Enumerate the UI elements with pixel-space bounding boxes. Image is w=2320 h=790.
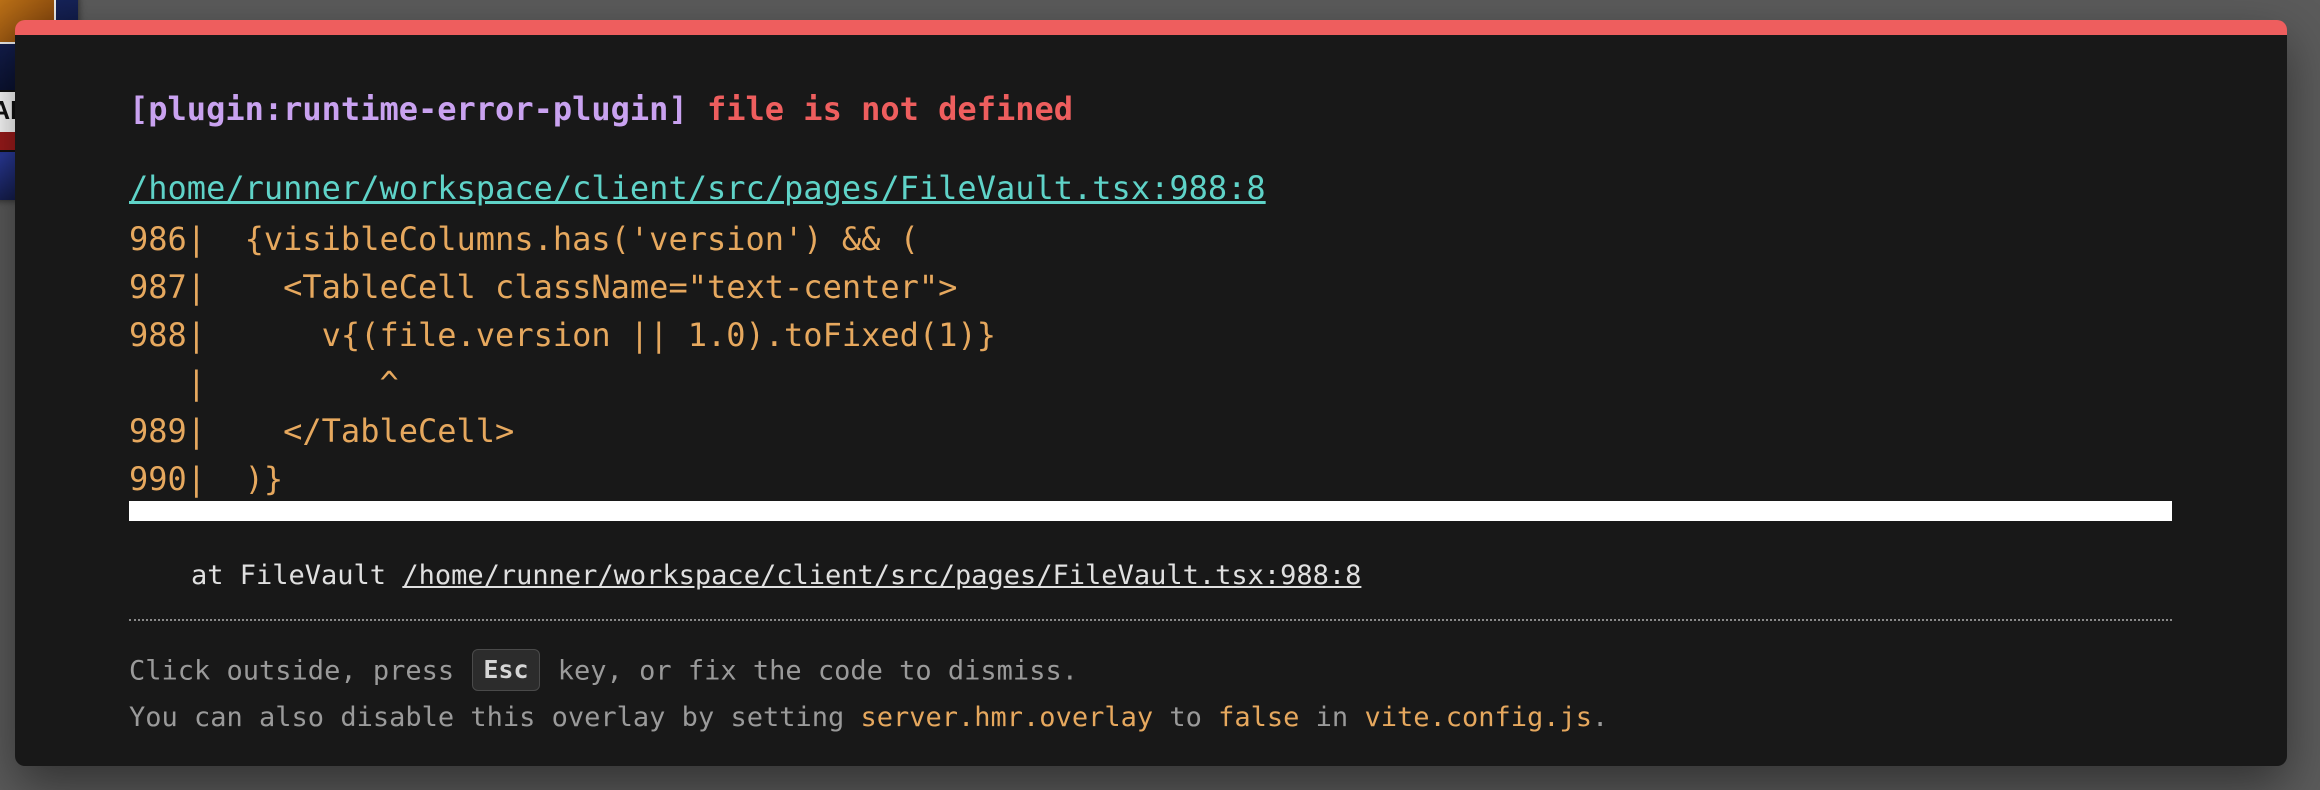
- tip-text-after-key: key, or fix the code to dismiss.: [541, 655, 1078, 687]
- tip-text: to: [1153, 702, 1219, 733]
- stack-prefix: at FileVault: [191, 560, 403, 591]
- dismiss-tip: Click outside, press Esc key, or fix the…: [129, 649, 1078, 693]
- code-line: 990| )}: [129, 460, 284, 498]
- setting-name: server.hmr.overlay: [860, 702, 1154, 733]
- code-line: 986| {visibleColumns.has('version') && (: [129, 220, 919, 258]
- stack-separator-bar: [129, 501, 2172, 521]
- setting-value: false: [1218, 702, 1300, 733]
- stack-trace: at FileVault /home/runner/workspace/clie…: [191, 559, 1361, 593]
- plugin-tag: [plugin:runtime-error-plugin]: [129, 90, 688, 128]
- code-frame: 986| {visibleColumns.has('version') && (…: [129, 215, 996, 503]
- tip-text-before-key: Click outside, press: [129, 655, 471, 687]
- code-caret-line: | ^: [129, 364, 399, 402]
- tip-text: .: [1592, 702, 1609, 733]
- config-file-name: vite.config.js: [1364, 702, 1593, 733]
- disable-overlay-tip: You can also disable this overlay by set…: [129, 698, 1608, 738]
- error-file-link[interactable]: /home/runner/workspace/client/src/pages/…: [129, 168, 1266, 208]
- tip-text: in: [1299, 702, 1365, 733]
- stack-file-link[interactable]: /home/runner/workspace/client/src/pages/…: [402, 560, 1361, 591]
- error-overlay: [plugin:runtime-error-plugin] file is no…: [15, 20, 2287, 766]
- code-line: 987| <TableCell className="text-center">: [129, 268, 958, 306]
- error-message: [plugin:runtime-error-plugin] file is no…: [129, 89, 1073, 129]
- error-text: file is not defined: [706, 90, 1074, 128]
- code-line: 988| v{(file.version || 1.0).toFixed(1)}: [129, 316, 996, 354]
- tip-divider: [129, 619, 2172, 621]
- esc-key-badge: Esc: [472, 649, 540, 691]
- code-line: 989| </TableCell>: [129, 412, 515, 450]
- tip-text: You can also disable this overlay by set…: [129, 702, 861, 733]
